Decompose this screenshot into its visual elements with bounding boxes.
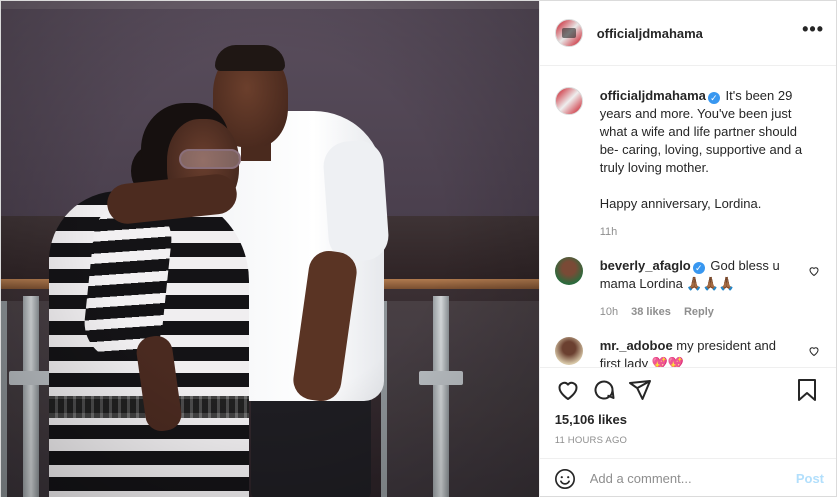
comment-likes[interactable]: 38 likes (631, 306, 671, 318)
reply-button[interactable]: Reply (684, 306, 714, 318)
comment-time[interactable]: 10h (600, 306, 618, 318)
verified-badge-icon: ✓ (707, 92, 720, 104)
comment-username[interactable]: mr._adoboe (600, 338, 673, 353)
instagram-post: officialjdmahama ••• officialjdmahama ✓ I… (0, 0, 837, 497)
comment-item: beverly_afaglo ✓ God bless u mama Lordina… (554, 257, 820, 321)
post-header: officialjdmahama ••• (539, 1, 836, 66)
verified-badge-icon: ✓ (692, 262, 705, 274)
author-avatar[interactable] (554, 19, 583, 47)
commenter-avatar[interactable] (554, 337, 583, 365)
bookmark-icon[interactable] (794, 377, 820, 403)
post-actions: 15,106 likes 11 HOURS AGO (539, 367, 836, 446)
author-username[interactable]: officialjdmahama (597, 26, 703, 41)
heart-icon[interactable] (555, 377, 581, 403)
commenter-avatar[interactable] (554, 257, 583, 285)
author-avatar[interactable] (554, 87, 583, 115)
like-count[interactable]: 15,106 likes (555, 412, 820, 427)
post-photo[interactable] (1, 1, 539, 497)
comment-icon[interactable] (591, 377, 617, 403)
more-options-icon[interactable]: ••• (802, 19, 824, 40)
caption: officialjdmahama ✓ It's been 29 years and… (554, 87, 820, 241)
comment-input[interactable] (589, 471, 796, 486)
comment-like-heart-icon[interactable] (808, 345, 820, 360)
caption-text-line-2: Happy anniversary, Lordina. (599, 196, 762, 211)
share-icon[interactable] (627, 377, 653, 403)
comment-like-heart-icon[interactable] (808, 265, 820, 280)
post-comment-button[interactable]: Post (796, 471, 824, 486)
comments-list: officialjdmahama ✓ It's been 29 years and… (540, 67, 836, 367)
caption-time[interactable]: 11h (600, 226, 618, 238)
emoji-icon[interactable] (554, 468, 576, 490)
comment-username[interactable]: beverly_afaglo (600, 258, 691, 273)
add-comment-bar: Post (539, 458, 836, 497)
comment-item: mr._adoboe my president and first lady 💖… (554, 337, 820, 367)
caption-username[interactable]: officialjdmahama (600, 88, 706, 103)
post-timestamp[interactable]: 11 HOURS AGO (555, 435, 820, 446)
post-side-panel: officialjdmahama ••• officialjdmahama ✓ I… (538, 1, 836, 497)
